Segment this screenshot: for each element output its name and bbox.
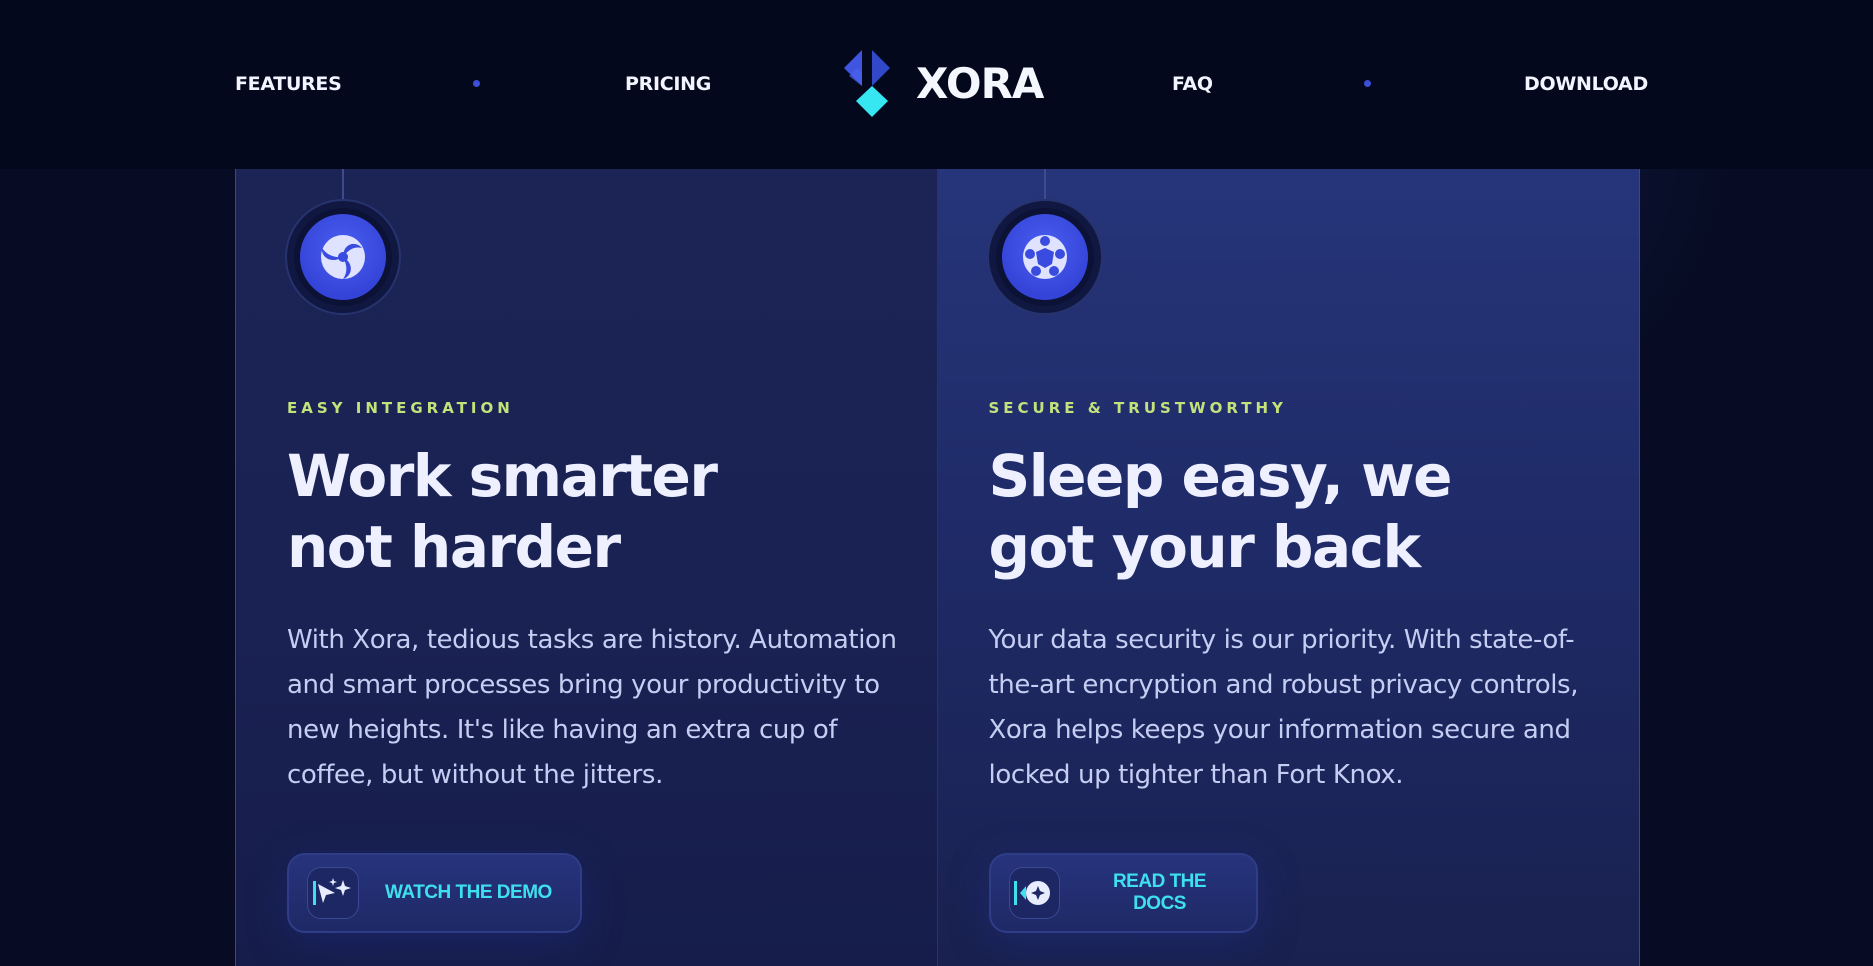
read-docs-label: READ THE DOCS xyxy=(1112,871,1207,914)
feature-card-security: SECURE & TRUSTWORTHY Sleep easy, we got … xyxy=(937,169,1639,966)
card-headline-line1: Work smarter xyxy=(287,442,718,510)
xora-logo[interactable]: XORA xyxy=(836,48,1046,118)
card-description: With Xora, tedious tasks are history. Au… xyxy=(287,625,897,790)
card-headline-line2: not harder xyxy=(287,513,621,581)
docs-badge-icon xyxy=(1008,867,1060,919)
card-headline-line1: Sleep easy, we xyxy=(988,442,1453,510)
card-headline: Sleep easy, we got your back xyxy=(989,441,1509,583)
nav-link-download[interactable]: DOWNLOAD xyxy=(1524,70,1648,98)
card-eyebrow: EASY INTEGRATION xyxy=(287,399,514,417)
nav-separator-dot xyxy=(473,80,480,87)
nav-link-features[interactable]: FEATURES xyxy=(235,70,342,98)
features-section: EASY INTEGRATION Work smarter not harder… xyxy=(235,169,1640,966)
card-headline: Work smarter not harder xyxy=(287,441,807,583)
nav-separator-dot xyxy=(1364,80,1371,87)
swirl-icon xyxy=(321,235,365,279)
shield-network-icon xyxy=(1022,235,1067,279)
feature-card-integration: EASY INTEGRATION Work smarter not harder… xyxy=(236,169,938,966)
badge-connector xyxy=(1043,169,1046,199)
card-eyebrow: SECURE & TRUSTWORTHY xyxy=(988,399,1287,417)
watch-demo-button[interactable]: WATCH THE DEMO xyxy=(287,853,582,933)
sparkle-cursor-icon xyxy=(307,867,359,919)
read-docs-button[interactable]: READ THE DOCS xyxy=(988,853,1258,933)
watch-demo-label: WATCH THE DEMO xyxy=(385,882,552,903)
feature-badge xyxy=(986,199,1103,315)
xora-logo-icon xyxy=(844,50,890,117)
site-header: FEATURES PRICING XORA FAQ DOWNLOAD xyxy=(0,0,1873,169)
feature-badge xyxy=(285,199,401,315)
badge-connector xyxy=(342,169,344,199)
nav-link-faq[interactable]: FAQ xyxy=(1172,70,1213,98)
card-headline-line2: got your back xyxy=(988,513,1422,581)
card-description: Your data security is our priority. With… xyxy=(988,625,1579,790)
nav-link-pricing[interactable]: PRICING xyxy=(625,70,711,98)
logo-wordmark: XORA xyxy=(916,58,1044,108)
